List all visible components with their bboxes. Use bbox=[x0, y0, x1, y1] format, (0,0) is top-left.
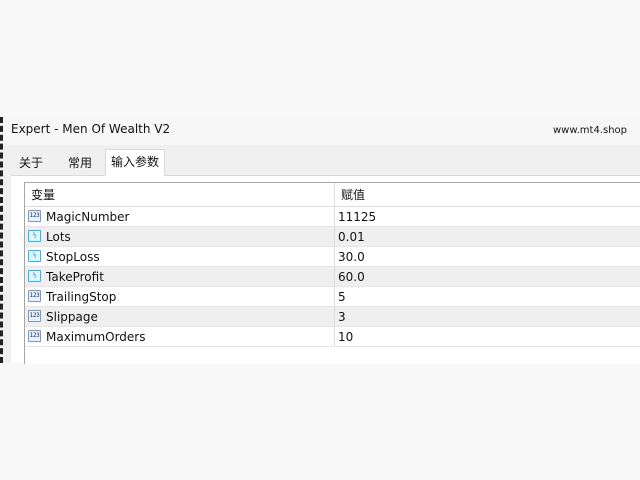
input-parameters-panel: 变量 赋值 123 MagicNumber 11125 ½ Lots 0.01 … bbox=[11, 175, 640, 364]
double-parameter-icon: ½ bbox=[28, 270, 41, 282]
parameter-value[interactable]: 3 bbox=[338, 307, 346, 327]
website-watermark: www.mt4.shop bbox=[552, 125, 627, 136]
integer-parameter-icon: 123 bbox=[28, 330, 41, 342]
integer-parameter-icon: 123 bbox=[28, 290, 41, 302]
tab-about[interactable]: 关于 bbox=[11, 151, 51, 175]
parameter-row-stoploss[interactable]: ½ StopLoss 30.0 bbox=[25, 247, 640, 267]
parameter-row-trailingstop[interactable]: 123 TrailingStop 5 bbox=[25, 287, 640, 307]
parameter-name: StopLoss bbox=[46, 250, 100, 264]
parameters-table: 变量 赋值 123 MagicNumber 11125 ½ Lots 0.01 … bbox=[24, 182, 640, 364]
integer-parameter-icon: 123 bbox=[28, 210, 41, 222]
tab-input-parameters[interactable]: 输入参数 bbox=[105, 149, 165, 176]
expert-properties-dialog: Expert - Men Of Wealth V2 www.mt4.shop 关… bbox=[0, 117, 640, 364]
parameter-value[interactable]: 0.01 bbox=[338, 227, 365, 247]
parameter-row-lots[interactable]: ½ Lots 0.01 bbox=[25, 227, 640, 247]
parameter-name: Lots bbox=[46, 230, 71, 244]
integer-parameter-icon: 123 bbox=[28, 310, 41, 322]
parameters-table-header: 变量 赋值 bbox=[25, 183, 640, 207]
column-divider bbox=[334, 183, 335, 346]
parameter-value[interactable]: 11125 bbox=[338, 207, 376, 227]
parameter-row-maximumorders[interactable]: 123 MaximumOrders 10 bbox=[25, 327, 640, 347]
parameter-row-magicnumber[interactable]: 123 MagicNumber 11125 bbox=[25, 207, 640, 227]
parameter-value[interactable]: 60.0 bbox=[338, 267, 365, 287]
tab-common[interactable]: 常用 bbox=[59, 151, 101, 175]
parameter-row-takeprofit[interactable]: ½ TakeProfit 60.0 bbox=[25, 267, 640, 287]
parameter-name: TrailingStop bbox=[46, 290, 117, 304]
variable-column-header[interactable]: 变量 bbox=[31, 183, 55, 207]
parameter-name: MagicNumber bbox=[46, 210, 130, 224]
double-parameter-icon: ½ bbox=[28, 250, 41, 262]
parameter-value[interactable]: 10 bbox=[338, 327, 353, 347]
parameter-value[interactable]: 30.0 bbox=[338, 247, 365, 267]
parameter-row-slippage[interactable]: 123 Slippage 3 bbox=[25, 307, 640, 327]
settings-tabs: 关于 常用 输入参数 bbox=[11, 149, 640, 176]
parameter-name: Slippage bbox=[46, 310, 98, 324]
value-column-header[interactable]: 赋值 bbox=[341, 183, 365, 207]
parameter-name: TakeProfit bbox=[46, 270, 104, 284]
double-parameter-icon: ½ bbox=[28, 230, 41, 242]
dialog-title-bar: Expert - Men Of Wealth V2 www.mt4.shop bbox=[3, 117, 640, 145]
parameter-value[interactable]: 5 bbox=[338, 287, 346, 307]
parameter-name: MaximumOrders bbox=[46, 330, 146, 344]
window-title: Expert - Men Of Wealth V2 bbox=[11, 122, 171, 136]
